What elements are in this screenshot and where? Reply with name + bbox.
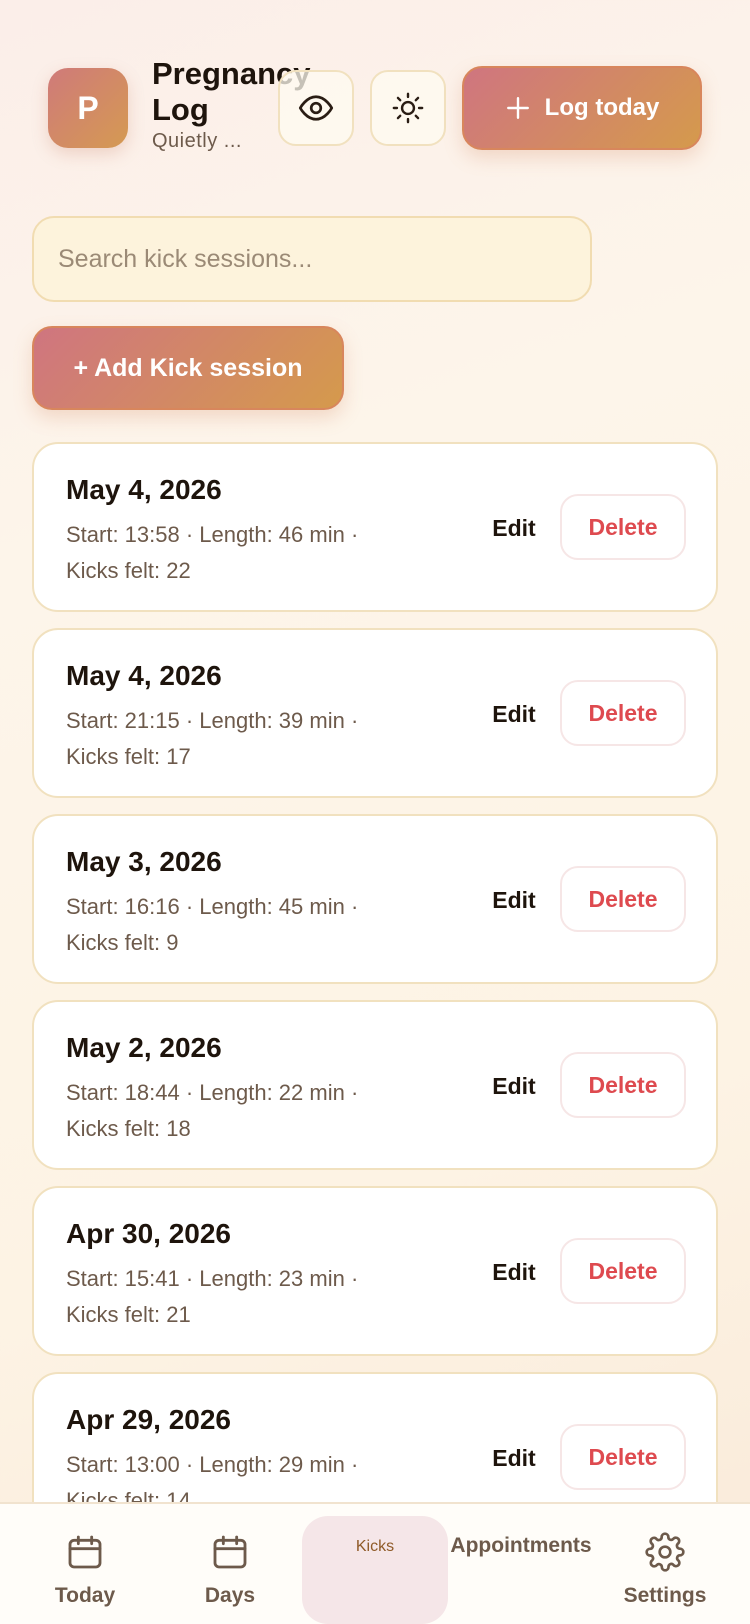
tab-appointments[interactable]: Appointments <box>446 1534 596 1558</box>
session-kicks: Kicks felt: 9 <box>66 930 179 955</box>
tab-appointments-label: Appointments <box>450 1534 592 1557</box>
session-kicks: Kicks felt: 17 <box>66 744 191 769</box>
session-details: Start: 13:00 · Length: 29 min · <box>66 1452 359 1477</box>
tab-kicks-label: Kicks <box>355 1538 395 1555</box>
session-date: Apr 30, 2026 <box>66 1218 231 1249</box>
kick-session-card: May 4, 2026 Start: 21:15 · Length: 39 mi… <box>32 628 718 798</box>
tab-days[interactable]: Days <box>157 1504 303 1624</box>
log-today-label: Log today <box>544 94 660 121</box>
theme-toggle-button[interactable] <box>370 70 446 146</box>
kick-session-card: May 3, 2026 Start: 16:16 · Length: 45 mi… <box>32 814 718 984</box>
kick-session-card: Apr 30, 2026 Start: 15:41 · Length: 23 m… <box>32 1186 718 1356</box>
search-input[interactable] <box>58 244 566 274</box>
session-date: May 3, 2026 <box>66 846 222 877</box>
kick-session-list: May 4, 2026 Start: 13:58 · Length: 46 mi… <box>32 442 718 1502</box>
bottom-tab-bar: Today Days Kicks Appointments Settings <box>0 1502 750 1624</box>
edit-button[interactable]: Edit <box>474 1248 554 1296</box>
session-kicks: Kicks felt: 18 <box>66 1116 191 1141</box>
delete-button[interactable]: Delete <box>560 1424 686 1490</box>
tab-today[interactable]: Today <box>12 1504 158 1624</box>
session-date: May 4, 2026 <box>66 474 222 505</box>
app-header: P Pregnancy Log Quietly ... Log today <box>0 0 750 190</box>
delete-button[interactable]: Delete <box>560 494 686 560</box>
session-kicks: Kicks felt: 22 <box>66 558 191 583</box>
session-date: May 4, 2026 <box>66 660 222 691</box>
delete-button[interactable]: Delete <box>560 1052 686 1118</box>
calendar-icon <box>213 1535 247 1569</box>
kick-session-card: May 4, 2026 Start: 13:58 · Length: 46 mi… <box>32 442 718 612</box>
app-subtitle: Quietly ... <box>152 130 242 152</box>
session-details: Start: 18:44 · Length: 22 min · <box>66 1080 359 1105</box>
edit-button[interactable]: Edit <box>474 1434 554 1482</box>
plus-icon <box>506 97 529 119</box>
sun-icon <box>392 92 424 124</box>
tab-days-label: Days <box>204 1584 256 1607</box>
privacy-toggle-button[interactable] <box>278 70 354 146</box>
add-kick-session-label: + Add Kick session <box>73 353 303 382</box>
edit-button[interactable]: Edit <box>474 876 554 924</box>
session-details: Start: 16:16 · Length: 45 min · <box>66 894 359 919</box>
session-date: Apr 29, 2026 <box>66 1404 231 1435</box>
edit-button[interactable]: Edit <box>474 690 554 738</box>
search-box[interactable] <box>32 216 592 302</box>
tab-today-label: Today <box>54 1584 116 1607</box>
session-details: Start: 15:41 · Length: 23 min · <box>66 1266 359 1291</box>
tab-settings-label: Settings <box>623 1584 707 1607</box>
add-kick-session-button[interactable]: + Add Kick session <box>32 326 344 410</box>
gear-icon <box>645 1532 685 1572</box>
edit-button[interactable]: Edit <box>474 1062 554 1110</box>
session-kicks: Kicks felt: 14 <box>66 1488 191 1502</box>
session-details: Start: 21:15 · Length: 39 min · <box>66 708 359 733</box>
delete-button[interactable]: Delete <box>560 680 686 746</box>
logo-letter: P <box>77 89 99 126</box>
delete-button[interactable]: Delete <box>560 1238 686 1304</box>
session-date: May 2, 2026 <box>66 1032 222 1063</box>
calendar-icon <box>68 1535 102 1569</box>
log-today-button[interactable]: Log today <box>462 66 702 150</box>
edit-button[interactable]: Edit <box>474 504 554 552</box>
session-details: Start: 13:58 · Length: 46 min · <box>66 522 359 547</box>
tab-settings[interactable]: Settings <box>592 1504 738 1624</box>
tab-kicks[interactable]: Kicks <box>302 1516 448 1624</box>
kick-session-card: May 2, 2026 Start: 18:44 · Length: 22 mi… <box>32 1000 718 1170</box>
session-kicks: Kicks felt: 21 <box>66 1302 191 1327</box>
app-logo: P <box>48 68 128 148</box>
delete-button[interactable]: Delete <box>560 866 686 932</box>
kick-session-card: Apr 29, 2026 Start: 13:00 · Length: 29 m… <box>32 1372 718 1502</box>
eye-icon <box>298 95 334 121</box>
